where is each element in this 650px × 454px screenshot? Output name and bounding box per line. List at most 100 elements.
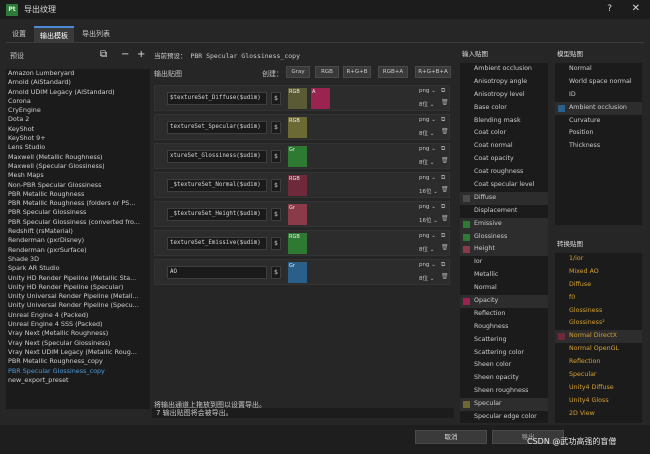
delete-icon[interactable]: 🗑 [441, 244, 449, 251]
map-filename-field[interactable]: _$textureSet_Height($udim) [167, 208, 267, 221]
output-map-row[interactable]: AO $ Gr png ⌄ 8位 ⌄ ⧉ 🗑 [154, 259, 450, 285]
delete-icon[interactable]: 🗑 [441, 273, 449, 280]
preset-item[interactable]: Arnold UDIM Legacy (AiStandard) [6, 88, 150, 97]
input-maps-item[interactable]: Displacement [460, 205, 548, 218]
preset-item[interactable]: KeyShot 9+ [6, 134, 150, 143]
variable-button[interactable]: $ [271, 179, 281, 192]
copy-icon[interactable]: ⧉ [441, 116, 445, 124]
channel-slot[interactable]: RGB [288, 175, 307, 196]
channel-slot[interactable]: RGB [288, 233, 307, 254]
input-maps-item[interactable]: Sheen opacity [460, 372, 548, 385]
input-maps-item[interactable]: Coat opacity [460, 153, 548, 166]
bit-depth-dropdown[interactable]: 8位 ⌄ [419, 245, 434, 253]
preset-item[interactable]: Renderman (pxrSurface) [6, 246, 150, 255]
copy-icon[interactable]: ⧉ [441, 87, 445, 95]
converted-maps-item[interactable]: Unity4 Diffuse [555, 382, 642, 395]
preset-item[interactable]: PBR Metallic Roughness (folders or PS... [6, 199, 150, 208]
remove-icon[interactable]: − [121, 49, 129, 60]
converted-maps-item[interactable]: Normal OpenGL [555, 343, 642, 356]
preset-item[interactable]: Vray Next (Specular Glossiness) [6, 339, 150, 348]
preset-item[interactable]: PBR Specular Glossiness [6, 208, 150, 217]
converted-maps-item[interactable]: f0 [555, 292, 642, 305]
channel-slot[interactable]: RGB [288, 117, 307, 138]
input-maps-item[interactable]: Metallic [460, 269, 548, 282]
channel-slot[interactable]: RGB [288, 88, 307, 109]
input-maps-item[interactable]: Glossiness [460, 230, 548, 244]
map-filename-field[interactable]: $textureSet_Diffuse($udim) [167, 92, 267, 105]
input-maps-item[interactable]: Ior [460, 256, 548, 269]
preset-item[interactable]: CryEngine [6, 106, 150, 115]
preset-item[interactable]: Vray Next (Metallic Roughness) [6, 329, 150, 338]
preset-item[interactable]: Redshift (rsMaterial) [6, 227, 150, 236]
variable-button[interactable]: $ [271, 121, 281, 134]
variable-button[interactable]: $ [271, 150, 281, 163]
preset-item[interactable]: Vray Next UDIM Legacy (Metallic Roug... [6, 348, 150, 357]
input-maps-item[interactable]: Height [460, 243, 548, 257]
create-rgba-button[interactable]: RGB+A [378, 66, 408, 78]
input-maps-item[interactable]: Normal [460, 282, 548, 295]
input-maps-item[interactable]: Coat normal [460, 140, 548, 153]
preset-item[interactable]: Mesh Maps [6, 171, 150, 180]
input-maps-item[interactable]: Scattering color [460, 347, 548, 360]
tab-settings[interactable]: 设置 [6, 26, 32, 42]
tab-export-list[interactable]: 导出列表 [76, 26, 116, 42]
preset-item[interactable]: Maxwell (Metallic Roughness) [6, 153, 150, 162]
bit-depth-dropdown[interactable]: 8位 ⌄ [419, 274, 434, 282]
delete-icon[interactable]: 🗑 [441, 128, 449, 135]
output-map-row[interactable]: xtureSet_Glossiness($udim) $ Gr png ⌄ 8位 ⌄ ⧉ 🗑 [154, 143, 450, 169]
preset-item[interactable]: Unity Universal Render Pipeline (Metall.… [6, 292, 150, 301]
output-map-row[interactable]: $textureSet_Diffuse($udim) $ RGB Apng ⌄ 8位 ⌄… [154, 85, 450, 111]
preset-item[interactable]: Arnold (AiStandard) [6, 78, 150, 87]
format-dropdown[interactable]: png ⌄ [419, 117, 436, 123]
mesh-maps-item[interactable]: Normal [555, 63, 642, 76]
delete-icon[interactable]: 🗑 [441, 99, 449, 106]
delete-icon[interactable]: 🗑 [441, 186, 449, 193]
map-filename-field[interactable]: AO [167, 266, 267, 279]
preset-item[interactable]: Unity Universal Render Pipeline (Specu..… [6, 301, 150, 310]
create-gray-button[interactable]: Gray [286, 66, 310, 78]
input-maps-item[interactable]: Base color [460, 102, 548, 115]
preset-item[interactable]: Unity HD Render Pipeline (Metallic Sta..… [6, 274, 150, 283]
preset-item[interactable]: Renderman (pxrDisney) [6, 236, 150, 245]
copy-icon[interactable]: ⧉ [441, 203, 445, 211]
converted-maps-item[interactable]: Glossiness² [555, 317, 642, 330]
input-maps-item[interactable]: Diffuse [460, 191, 548, 205]
input-maps-item[interactable]: Anisotropy level [460, 89, 548, 102]
bit-depth-dropdown[interactable]: 8位 ⌄ [419, 129, 434, 137]
add-icon[interactable]: + [137, 49, 145, 60]
variable-button[interactable]: $ [271, 92, 281, 105]
converted-maps-item[interactable]: Reflection [555, 356, 642, 369]
preset-item[interactable]: Dota 2 [6, 115, 150, 124]
input-maps-item[interactable]: Ambient occlusion [460, 63, 548, 76]
create-r-g-b-button[interactable]: R+G+B [343, 66, 371, 78]
alpha-channel-slot[interactable]: A [311, 88, 330, 109]
input-maps-item[interactable]: Coat specular level [460, 179, 548, 192]
preset-item[interactable]: Corona [6, 97, 150, 106]
preset-item[interactable]: Lens Studio [6, 143, 150, 152]
converted-maps-item[interactable]: Specular [555, 369, 642, 382]
mesh-maps-item[interactable]: ID [555, 89, 642, 102]
format-dropdown[interactable]: png ⌄ [419, 204, 436, 210]
channel-slot[interactable]: Gr [288, 262, 307, 283]
preset-item[interactable]: Unreal Engine 4 (Packed) [6, 311, 150, 320]
delete-icon[interactable]: 🗑 [441, 215, 449, 222]
converted-maps-item[interactable]: Normal DirectX [555, 330, 642, 344]
mesh-maps-item[interactable]: World space normal [555, 76, 642, 89]
preset-item[interactable]: Non-PBR Specular Glossiness [6, 181, 150, 190]
input-maps-item[interactable]: Opacity [460, 295, 548, 308]
close-icon[interactable]: ✕ [632, 3, 640, 14]
output-map-row[interactable]: textureSet_Emissive($udim) $ RGB png ⌄ 8位 ⌄ ⧉… [154, 230, 450, 256]
cancel-button[interactable]: 取消 [415, 430, 487, 444]
format-dropdown[interactable]: png ⌄ [419, 175, 436, 181]
input-maps-item[interactable]: Blending mask [460, 115, 548, 128]
preset-item[interactable]: PBR Metallic Roughness [6, 190, 150, 199]
input-maps-item[interactable]: Anisotropy angle [460, 76, 548, 89]
preset-item[interactable]: new_export_preset [6, 376, 150, 385]
create-r-g-b-a-button[interactable]: R+G+B+A [415, 66, 451, 78]
map-filename-field[interactable]: textureSet_Specular($udim) [167, 121, 267, 134]
output-map-row[interactable]: _$textureSet_Normal($udim) $ RGB png ⌄ 16位 ⌄… [154, 172, 450, 198]
preset-item[interactable]: Shade 3D [6, 255, 150, 264]
channel-slot[interactable]: Gr [288, 204, 307, 225]
converted-maps-item[interactable]: 1/ior [555, 253, 642, 266]
converted-maps-item[interactable]: Glossiness [555, 305, 642, 318]
